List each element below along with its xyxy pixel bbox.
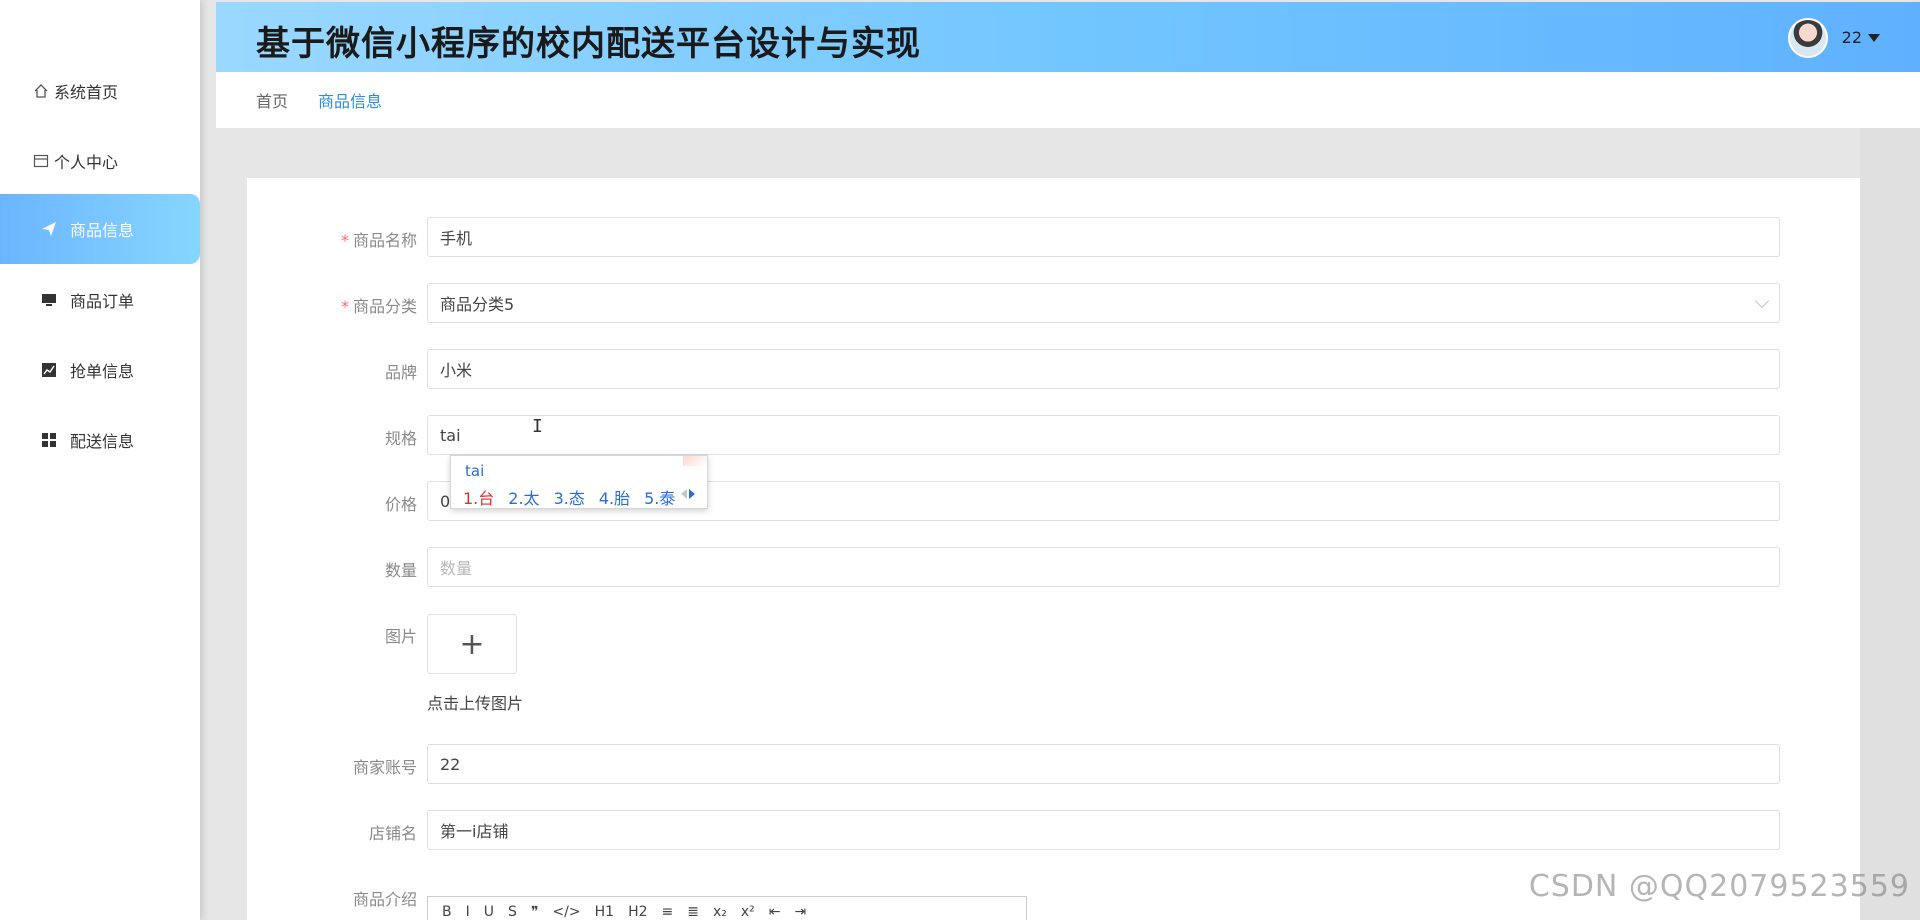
bold-button[interactable]: B [442,904,452,920]
superscript-button[interactable]: x² [741,904,755,920]
h1-button[interactable]: H1 [595,904,614,920]
app-title: 基于微信小程序的校内配送平台设计与实现 [256,24,921,64]
spec-input[interactable]: tai [427,415,1780,455]
chart-icon [40,361,58,379]
indent-button[interactable]: ⇥ [795,904,807,920]
intro-label: 商品介绍 [352,890,417,909]
image-upload-button[interactable]: + [427,614,517,674]
grid-icon [40,431,58,449]
strike-button[interactable]: S [508,904,517,920]
avatar[interactable] [1788,18,1828,58]
paper-plane-icon [40,220,58,238]
sidebar-item-orders[interactable]: 商品订单 [0,265,200,335]
text-cursor-icon: I [532,416,543,437]
breadcrumb: 首页 商品信息 [216,72,1920,128]
shop-name-input[interactable]: 第一i店铺 [427,810,1780,850]
product-form-card: * 商品名称 手机 * 商品分类 商品分类5 品牌 小米 规格 tai 价格 0 数… [247,178,1860,920]
sidebar-item-delivery[interactable]: 配送信息 [0,405,200,475]
plus-icon: + [459,626,485,662]
ime-candidate[interactable]: 3.态 [554,485,585,509]
category-label: * 商品分类 [340,297,417,316]
rich-text-toolbar: B I U S ❞ </> H1 H2 ≡ ≣ x₂ x² ⇤ ⇥ [427,896,1027,920]
breadcrumb-current: 商品信息 [318,92,383,111]
sidebar-item-label: 个人中心 [54,153,119,172]
product-name-input[interactable]: 手机 [427,217,1780,257]
username: 22 [1841,28,1862,47]
ime-candidate[interactable]: 5.泰 [644,485,675,509]
top-header: 基于微信小程序的校内配送平台设计与实现 22 [216,2,1920,72]
brand-input[interactable]: 小米 [427,349,1780,389]
ime-page-nav[interactable] [681,489,695,499]
sidebar-item-profile[interactable]: 个人中心 [0,126,200,196]
price-label: 价格 [384,495,417,514]
ime-candidate[interactable]: 2.太 [508,485,539,509]
sidebar-item-label: 配送信息 [70,432,135,451]
caret-down-icon [1868,33,1880,42]
ime-candidate[interactable]: 1.台 [463,485,494,509]
monitor-icon [40,291,58,309]
merchant-account-input[interactable]: 22 [427,744,1780,784]
underline-button[interactable]: U [484,904,494,920]
italic-button[interactable]: I [466,904,470,920]
quote-button[interactable]: ❞ [531,904,539,920]
sidebar-item-products[interactable]: 商品信息 [0,194,200,264]
h2-button[interactable]: H2 [628,904,647,920]
breadcrumb-home[interactable]: 首页 [256,88,288,112]
ime-composition: tai [465,462,485,480]
shop-label: 店铺名 [368,824,417,843]
user-menu[interactable]: 22 [1842,28,1880,47]
sidebar-item-label: 商品订单 [70,292,135,311]
merchant-label: 商家账号 [352,758,417,777]
page-background-edge [1860,128,1920,920]
sidebar-item-label: 系统首页 [54,83,119,102]
code-button[interactable]: </> [552,904,580,920]
sidebar: 系统首页 个人中心 商品信息 商品订单 抢单信息 配送信息 [0,0,200,920]
outdent-button[interactable]: ⇤ [769,904,781,920]
sidebar-item-label: 商品信息 [70,221,135,240]
name-label: * 商品名称 [340,231,417,250]
quantity-input[interactable]: 数量 [427,547,1780,587]
image-label: 图片 [384,627,417,646]
sidebar-item-label: 抢单信息 [70,362,135,381]
ime-candidate[interactable]: 4.胎 [599,485,630,509]
spec-label: 规格 [384,429,417,448]
bullet-list-button[interactable]: ≣ [687,904,699,920]
prev-page-icon[interactable] [681,489,687,499]
sidebar-item-grab-orders[interactable]: 抢单信息 [0,335,200,405]
ime-candidate-popup[interactable]: tai 1.台 2.太 3.态 4.胎 5.泰 [450,455,708,509]
ordered-list-button[interactable]: ≡ [662,904,674,920]
upload-tip: 点击上传图片 [427,694,524,713]
ime-decoration [683,456,707,466]
watermark: CSDN @QQ2079523559 [1528,869,1910,904]
category-select[interactable]: 商品分类5 [427,283,1780,323]
sidebar-item-home[interactable]: 系统首页 [0,56,200,126]
subscript-button[interactable]: x₂ [713,904,727,920]
profile-icon [32,152,50,170]
next-page-icon[interactable] [689,489,695,499]
quantity-label: 数量 [384,561,417,580]
ime-candidate-list: 1.台 2.太 3.态 4.胎 5.泰 [463,485,689,509]
brand-label: 品牌 [384,363,417,382]
home-icon [32,82,50,100]
chevron-down-icon [1754,293,1770,309]
